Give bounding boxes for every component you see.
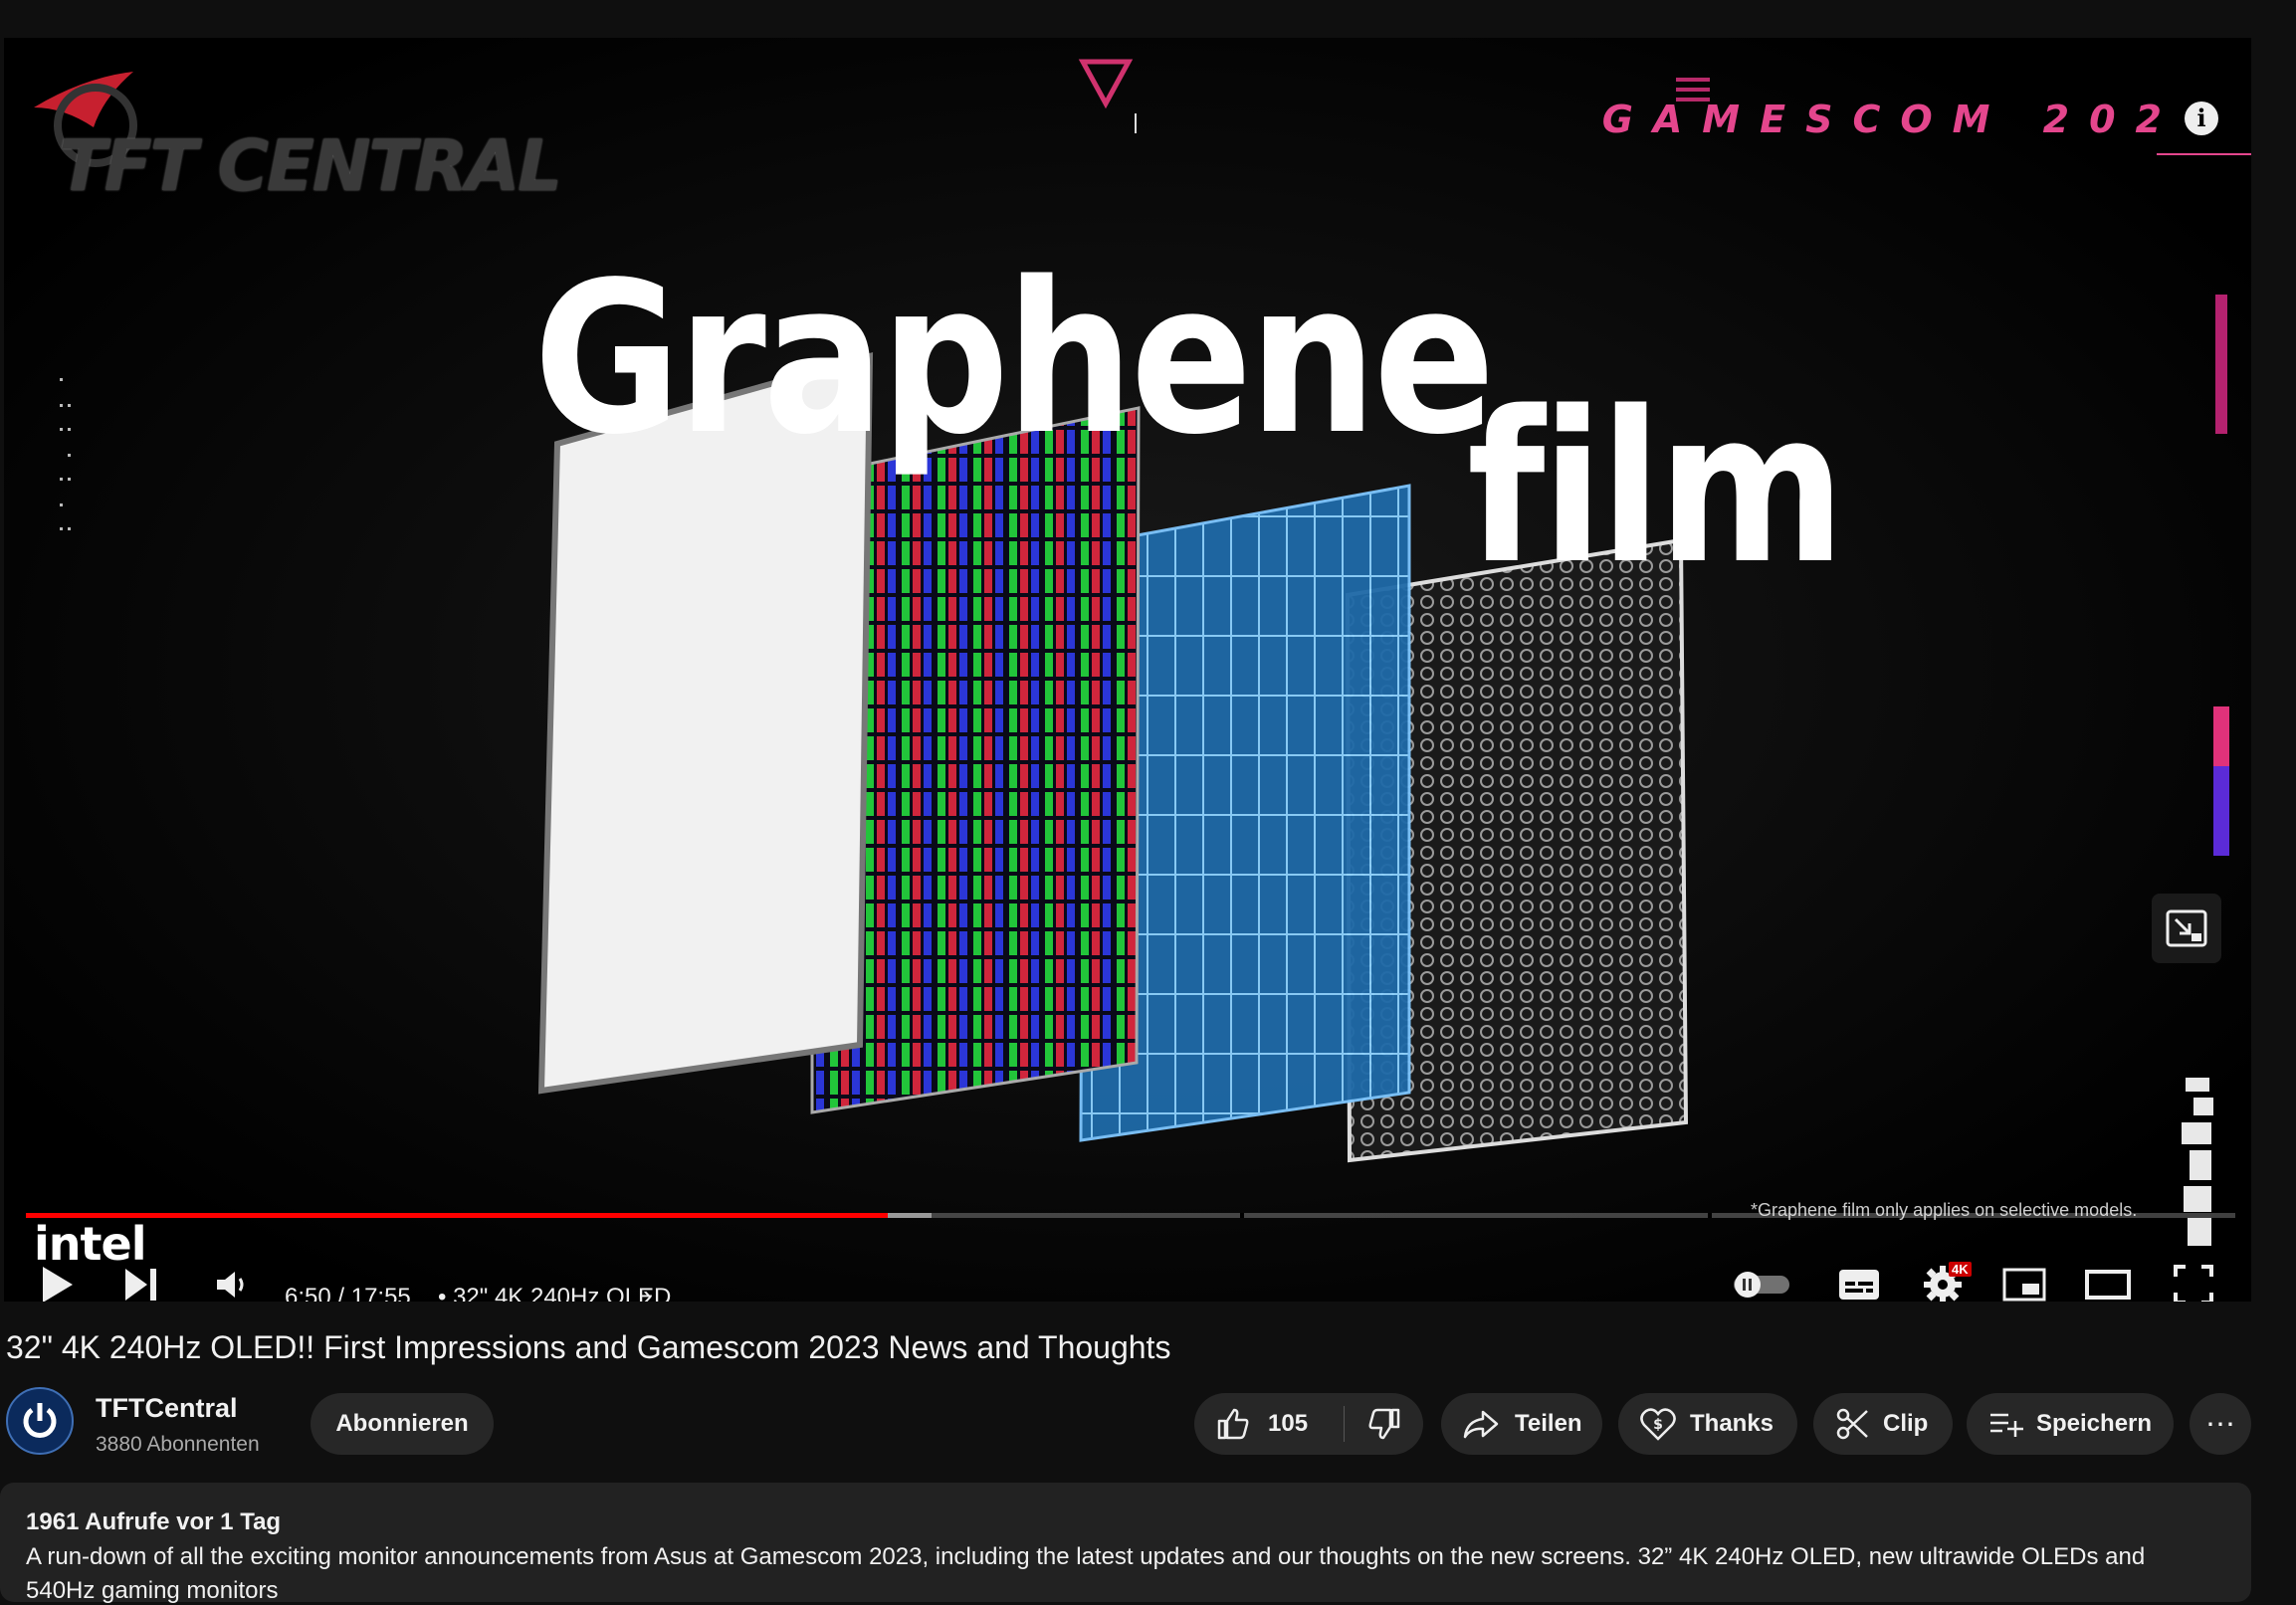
description-text: A run-down of all the exciting monitor a…	[26, 1543, 2146, 1570]
description-text-continued: 540Hz gaming monitors	[26, 1577, 279, 1604]
fullscreen-button[interactable]	[2166, 1260, 2221, 1302]
more-icon: ⋯	[2205, 1407, 2235, 1441]
expand-icon[interactable]	[2152, 894, 2221, 963]
scissors-icon	[1836, 1408, 1868, 1440]
volume-icon	[217, 1272, 244, 1298]
subscribe-button[interactable]: Abonnieren	[311, 1393, 494, 1455]
event-banner: GAMESCOM 202	[1601, 98, 2182, 141]
description-box[interactable]	[0, 1483, 2251, 1602]
theater-icon	[2085, 1270, 2131, 1300]
like-count: 105	[1268, 1410, 1309, 1437]
autoplay-toggle[interactable]	[1731, 1260, 1792, 1302]
share-button[interactable]: Teilen	[1441, 1393, 1602, 1455]
video-frame	[4, 38, 2251, 1302]
save-button[interactable]: Speichern	[1967, 1393, 2174, 1455]
clip-label: Clip	[1883, 1410, 1929, 1437]
settings-button[interactable]: 4K	[1915, 1260, 1972, 1302]
channel-watermark: TFT CENTRAL	[59, 125, 562, 207]
video-player[interactable]: TFT CENTRAL GAMESCOM 202 i Graphene film…	[4, 38, 2251, 1302]
miniplayer-button[interactable]	[1996, 1260, 2052, 1302]
info-icon[interactable]: i	[2185, 101, 2218, 135]
share-label: Teilen	[1515, 1410, 1582, 1437]
thumbs-down-icon	[1368, 1408, 1399, 1440]
play-button[interactable]	[32, 1260, 82, 1302]
thanks-label: Thanks	[1690, 1410, 1774, 1437]
progress-played	[26, 1213, 888, 1218]
share-icon	[1463, 1410, 1499, 1439]
thanks-button[interactable]: $ Thanks	[1618, 1393, 1797, 1455]
dislike-button[interactable]	[1345, 1393, 1423, 1455]
next-icon	[125, 1269, 156, 1301]
quality-badge: 4K	[1949, 1262, 1972, 1277]
miniplayer-icon	[2002, 1268, 2046, 1302]
progress-bar[interactable]	[26, 1213, 2235, 1218]
channel-avatar[interactable]	[6, 1387, 74, 1455]
time-display: 6:50 / 17:55	[285, 1284, 411, 1302]
channel-name[interactable]: TFTCentral	[96, 1393, 238, 1424]
subscriber-count: 3880 Abonnenten	[96, 1433, 260, 1456]
subtitles-icon	[1839, 1270, 1879, 1300]
fullscreen-icon	[2174, 1265, 2213, 1302]
play-icon	[43, 1267, 73, 1302]
like-dislike-group: 105	[1194, 1393, 1423, 1455]
page-edge	[2251, 0, 2296, 1583]
view-count-date: 1961 Aufrufe vor 1 Tag	[26, 1508, 282, 1535]
thumbs-up-icon	[1217, 1408, 1249, 1440]
overlay-headline-2: film	[1467, 366, 1845, 610]
next-button[interactable]	[115, 1260, 165, 1302]
volume-button[interactable]	[207, 1260, 257, 1302]
power-icon	[23, 1403, 57, 1438]
subtitles-button[interactable]	[1831, 1260, 1887, 1302]
autoplay-icon	[1734, 1272, 1789, 1298]
video-title: 32" 4K 240Hz OLED!! First Impressions an…	[6, 1329, 1171, 1365]
svg-text:$: $	[1653, 1417, 1663, 1433]
chapter-title[interactable]: • 32" 4K 240Hz OLED	[438, 1284, 671, 1302]
clip-button[interactable]: Clip	[1813, 1393, 1953, 1455]
chapter-marker	[1708, 1213, 1712, 1218]
event-underline	[2157, 153, 2251, 155]
top-bar	[0, 0, 2296, 38]
more-actions-button[interactable]: ⋯	[2190, 1393, 2251, 1455]
theater-button[interactable]	[2080, 1260, 2136, 1302]
chapter-marker	[1240, 1213, 1244, 1218]
save-label: Speichern	[2036, 1410, 2153, 1437]
add-to-playlist-icon	[1990, 1413, 2023, 1437]
chevron-right-icon[interactable]: ›	[643, 1280, 652, 1302]
like-button[interactable]: 105	[1194, 1393, 1344, 1455]
overlay-headline: Graphene	[533, 237, 1495, 481]
super-thanks-icon: $	[1640, 1408, 1676, 1441]
